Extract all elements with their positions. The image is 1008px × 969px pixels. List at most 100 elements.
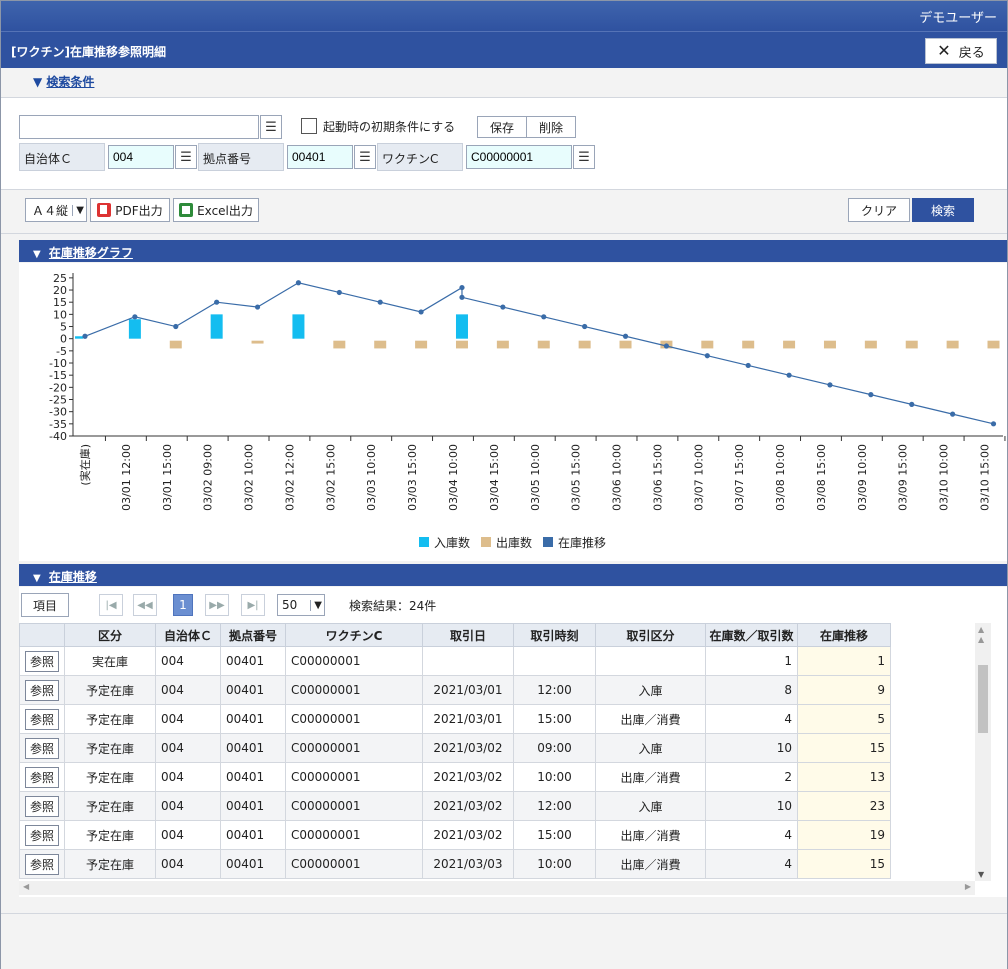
conditions-section-label: 検索条件: [46, 75, 95, 89]
scroll-up-icon[interactable]: ▲: [978, 635, 984, 644]
table-row: 参照 実在庫 004 00401 C00000001 1 1: [19, 646, 891, 676]
column-header[interactable]: ワクチンC: [285, 623, 423, 647]
scroll-down-icon[interactable]: ▼: [978, 870, 984, 879]
delete-condition-button[interactable]: 削除: [526, 116, 576, 138]
y-tick-label: -10: [49, 357, 67, 370]
table-cell: 予定在庫: [64, 849, 156, 879]
ref-cell: 参照: [19, 762, 65, 792]
field-label-municipality: 自治体Ｃ: [19, 143, 105, 171]
horizontal-scrollbar[interactable]: ◀ ▶: [19, 881, 975, 895]
municipality-list-button[interactable]: ☰: [175, 145, 197, 169]
table-cell: 00401: [220, 675, 286, 705]
vaccine-code-input[interactable]: [466, 145, 572, 169]
trend-point: [214, 299, 220, 305]
table-cell: C00000001: [285, 762, 423, 792]
column-header[interactable]: 自治体Ｃ: [155, 623, 221, 647]
graph-section-header[interactable]: ▼ 在庫推移グラフ: [19, 240, 1007, 262]
pdf-export-button[interactable]: PDF出力: [90, 198, 170, 222]
legend-swatch: [419, 537, 429, 547]
back-button[interactable]: ✕ 戻る: [925, 38, 997, 64]
table-cell: C00000001: [285, 820, 423, 850]
current-page-button[interactable]: 1: [173, 594, 193, 616]
scroll-right-icon[interactable]: ▶: [965, 882, 971, 891]
column-header[interactable]: 取引区分: [595, 623, 706, 647]
saved-condition-input[interactable]: [19, 115, 259, 139]
table-cell: 入庫: [595, 791, 706, 821]
ref-button[interactable]: 参照: [25, 737, 59, 759]
ref-button[interactable]: 参照: [25, 853, 59, 875]
x-tick-label: 03/06 15:00: [651, 444, 664, 511]
prev-page-button[interactable]: ◀◀: [133, 594, 157, 616]
grid-section-header[interactable]: ▼ 在庫推移: [19, 564, 1007, 586]
stock-grid-panel: 項目 |◀ ◀◀ 1 ▶▶ ▶| 50 ▼ 検索結果：24件 区分 自治体Ｃ 拠点番…: [19, 587, 1007, 897]
vertical-scrollbar[interactable]: ▲ ▲ ▼: [975, 623, 991, 881]
column-header[interactable]: 在庫推移: [797, 623, 891, 647]
location-number-input[interactable]: [287, 145, 353, 169]
column-header[interactable]: 拠点番号: [220, 623, 286, 647]
excel-export-button[interactable]: Excel出力: [173, 198, 259, 222]
scroll-up-icon[interactable]: ▲: [978, 625, 984, 634]
conditions-section-toggle[interactable]: ▼ 検索条件: [19, 73, 94, 90]
next-page-icon: ▶▶: [209, 599, 225, 611]
column-header[interactable]: 取引日: [422, 623, 514, 647]
table-cell: 2021/03/03: [422, 849, 514, 879]
clear-button[interactable]: クリア: [848, 198, 910, 222]
ref-button[interactable]: 参照: [25, 650, 59, 672]
inbound-bar: [210, 314, 223, 339]
ref-button[interactable]: 参照: [25, 795, 59, 817]
table-cell: 実在庫: [64, 646, 156, 676]
search-button[interactable]: 検索: [912, 198, 974, 222]
outbound-bar: [619, 340, 632, 349]
table-cell: 15: [797, 849, 891, 879]
table-cell: 2021/03/02: [422, 791, 514, 821]
pdf-icon: [97, 203, 112, 217]
x-tick-label: 03/06 10:00: [611, 444, 624, 511]
outbound-bar: [864, 340, 877, 349]
ref-button[interactable]: 参照: [25, 679, 59, 701]
prev-page-icon: ◀◀: [137, 599, 153, 611]
ref-button[interactable]: 参照: [25, 824, 59, 846]
pdf-export-label: PDF出力: [115, 203, 163, 218]
table-cell: 10:00: [513, 762, 596, 792]
save-condition-button[interactable]: 保存: [477, 116, 527, 138]
saved-condition-list-button[interactable]: ☰: [260, 115, 282, 139]
vertical-scroll-thumb[interactable]: [978, 665, 988, 733]
outbound-bar: [496, 340, 509, 349]
trend-point: [827, 382, 833, 388]
trend-point: [132, 314, 138, 320]
scroll-left-icon[interactable]: ◀: [23, 882, 29, 891]
columns-button[interactable]: 項目: [21, 593, 69, 617]
municipality-code-input[interactable]: [108, 145, 174, 169]
trend-point: [254, 304, 261, 310]
user-name[interactable]: デモユーザー: [919, 7, 997, 26]
paper-size-select[interactable]: Ａ４縦 ▼: [25, 198, 87, 222]
table-cell: 09:00: [513, 733, 596, 763]
location-list-button[interactable]: ☰: [354, 145, 376, 169]
last-page-button[interactable]: ▶|: [241, 594, 265, 616]
first-page-button[interactable]: |◀: [99, 594, 123, 616]
next-page-button[interactable]: ▶▶: [205, 594, 229, 616]
x-tick-label: 03/01 15:00: [161, 444, 174, 511]
column-header[interactable]: 在庫数／取引数: [705, 623, 798, 647]
column-header[interactable]: 区分: [64, 623, 156, 647]
table-cell: 予定在庫: [64, 733, 156, 763]
startup-default-label: 起動時の初期条件にする: [323, 120, 456, 134]
outbound-bar: [823, 340, 836, 349]
column-header[interactable]: [19, 623, 65, 647]
y-tick-label: -15: [49, 369, 67, 382]
ref-button[interactable]: 参照: [25, 766, 59, 788]
legend-swatch: [543, 537, 553, 547]
trend-point: [950, 411, 956, 417]
startup-default-checkbox[interactable]: [301, 118, 317, 134]
list-icon: ☰: [359, 149, 371, 165]
table-cell: 予定在庫: [64, 820, 156, 850]
page-size-select[interactable]: 50 ▼: [277, 594, 325, 616]
vaccine-list-button[interactable]: ☰: [573, 145, 595, 169]
stock-trend-chart: 25 20 15 10 5 0 -5 -10 -15 -20 -25 -30 -35 -40 (実在庫) 03…: [19, 263, 1007, 561]
x-tick-label: 03/04 10:00: [447, 444, 460, 511]
ref-button[interactable]: 参照: [25, 708, 59, 730]
y-tick-label: -25: [49, 394, 67, 407]
stock-table: 区分 自治体Ｃ 拠点番号 ワクチンC 取引日 取引時刻 取引区分 在庫数／取引数 在庫推移 参照…: [19, 623, 891, 879]
column-header[interactable]: 取引時刻: [513, 623, 596, 647]
trend-point: [336, 289, 342, 296]
